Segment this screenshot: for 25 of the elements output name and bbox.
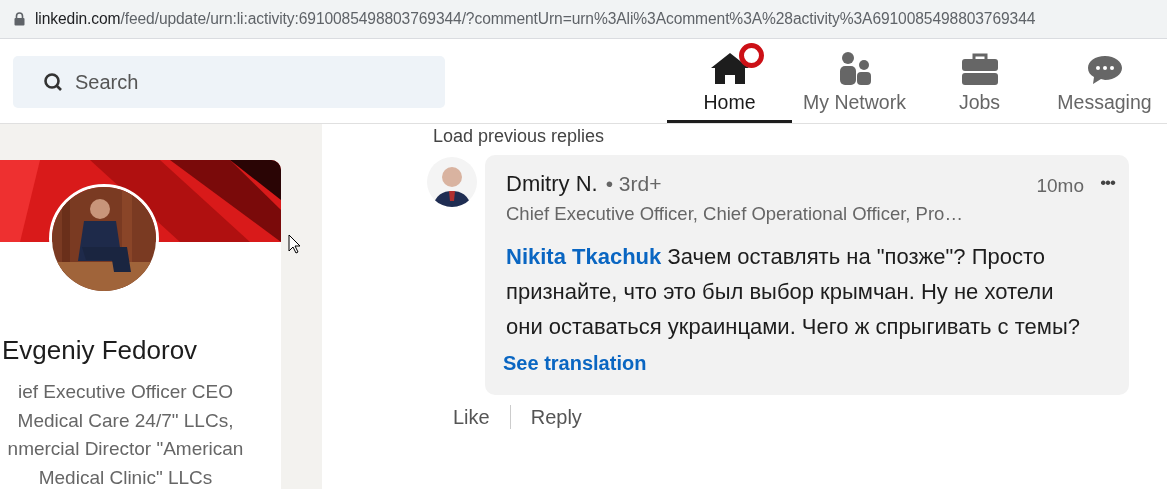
- load-replies-link[interactable]: Load previous replies: [433, 126, 605, 147]
- comment-text: Nikita Tkachuk Зачем оставлять на "позже"? Просто признайте, что это был выбор крымчан. Ну не хотели они оставаться украинцами. Чего ж спрыгивать с темы?: [506, 243, 1081, 341]
- cursor-icon: [288, 234, 301, 254]
- headline-line: Medical Care 24/7" LLCs,: [16, 408, 235, 433]
- connection-degree: • 3rd+: [605, 172, 662, 196]
- headline-line: ief Executive Officer CEO: [16, 380, 235, 404]
- mention-link[interactable]: Nikita Tkachuk: [506, 244, 662, 269]
- search-field[interactable]: Search: [13, 56, 445, 108]
- action-link[interactable]: Reply: [526, 405, 586, 429]
- author-headline: Chief Executive Officer, Chief Operational Officer, Pro…: [506, 203, 964, 225]
- briefcase-icon: [960, 51, 999, 85]
- chat-icon: [1086, 55, 1123, 85]
- more-button[interactable]: •••: [1100, 173, 1115, 193]
- translation-link[interactable]: See translation: [503, 352, 647, 375]
- search-icon: [43, 72, 63, 92]
- action-link[interactable]: Like: [449, 405, 494, 429]
- author-name[interactable]: Dmitry N.: [506, 171, 598, 197]
- nav-tab[interactable]: Messaging: [1042, 39, 1167, 123]
- nav-tab[interactable]: Jobs: [917, 39, 1042, 123]
- nav-tab[interactable]: My Network: [792, 39, 917, 123]
- comment-time: 10mo: [1036, 175, 1084, 197]
- lock-icon: [14, 12, 25, 26]
- headline-line: nmercial Director "American: [6, 437, 245, 461]
- profile-name[interactable]: Evgeniy Fedorov: [2, 335, 198, 366]
- headline-line: Medical Clinic" LLCs: [37, 465, 214, 489]
